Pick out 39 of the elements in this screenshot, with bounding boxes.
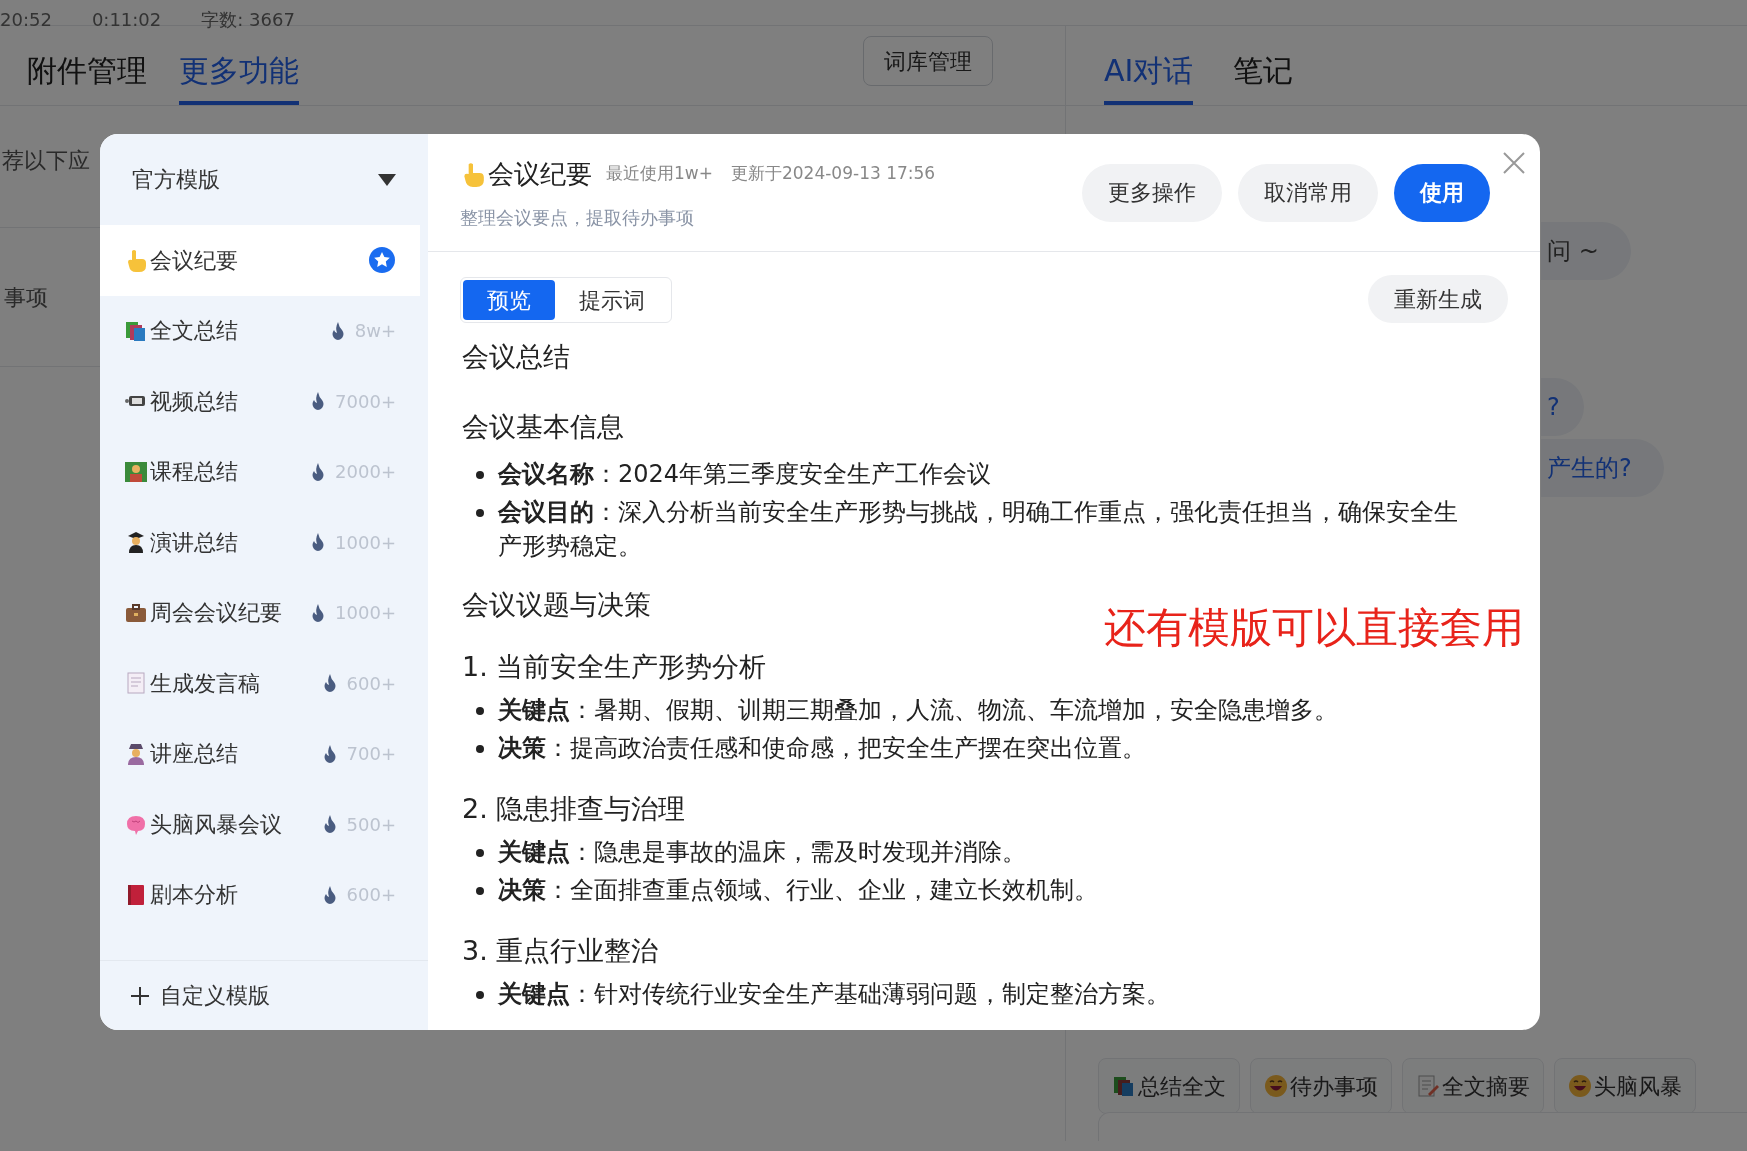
action-button[interactable]: 更多操作 — [1082, 163, 1222, 222]
heading: 3. 重点行业整治 — [462, 934, 659, 968]
status-text: 字数: 3667 — [201, 11, 295, 29]
bullet-text: 关键点：暑期、假期、训期三期叠加，人流、物流、车流增加，安全隐患增多。 — [498, 695, 1339, 726]
use-button[interactable]: 使用 — [1394, 163, 1490, 222]
quick-prompt-chip[interactable]: 头脑风暴 — [1554, 1058, 1696, 1114]
template-description: 整理会议要点，提取待办事项 — [460, 205, 695, 230]
action-button[interactable]: 取消常用 — [1238, 163, 1378, 222]
view-tab[interactable]: 预览 — [463, 280, 555, 320]
updated-text: 更新于2024-09-13 17:56 — [730, 162, 936, 186]
heading: 2. 隐患排查与治理 — [462, 792, 686, 826]
lexicon-button[interactable]: 词库管理 — [863, 36, 993, 86]
status-text: 20:52 — [0, 11, 52, 29]
annotation-text: 还有模版可以直接套用 — [1104, 603, 1524, 653]
bullet-text: 决策：提高政治责任感和使命感，把安全生产摆在突出位置。 — [498, 733, 1147, 764]
regenerate-button[interactable]: 重新生成 — [1368, 275, 1508, 323]
bullet-text: 会议目的：深入分析当前安全生产形势与挑战，明确工作重点，强化责任担当，确保安全生产形势稳定。 — [498, 497, 1459, 562]
bullet-text: 关键点：隐患是事故的温床，需及时发现并消除。 — [498, 837, 1027, 868]
tab[interactable]: 附件管理 — [27, 39, 147, 105]
status-text: 0:11:02 — [91, 11, 162, 29]
bullet-text: 会议名称：2024年第三季度安全生产工作会议 — [498, 459, 993, 490]
usage-text: 最近使用1w+ — [606, 162, 713, 186]
bullet-text: 决策：全面排查重点领域、行业、企业，建立长效机制。 — [498, 875, 1099, 906]
fragment-text: 荐以下应 — [2, 147, 90, 175]
heading: 会议议题与决策 — [462, 588, 651, 622]
custom-template-button[interactable]: 自定义模版 — [100, 960, 428, 1030]
heading: 会议基本信息 — [462, 410, 624, 444]
template-title: 会议纪要 — [488, 157, 592, 191]
tab[interactable]: 笔记 — [1233, 39, 1294, 105]
heading: 1. 当前安全生产形势分析 — [462, 650, 767, 684]
suggestion-bubble[interactable]: 问 ~ — [1541, 222, 1631, 280]
fragment-text: 事项 — [4, 283, 48, 312]
heading: 会议总结 — [462, 340, 570, 374]
quick-prompt-chip[interactable]: 待办事项 — [1250, 1058, 1392, 1114]
template-item[interactable]: 会议纪要 — [100, 225, 420, 296]
quick-prompt-chip[interactable]: 总结全文 — [1098, 1058, 1240, 1114]
quick-prompt-chip[interactable]: 全文摘要 — [1402, 1058, 1544, 1114]
template-dropdown[interactable]: 官方模版 — [100, 134, 428, 225]
bullet-text: 关键点：针对传统行业安全生产基础薄弱问题，制定整治方案。 — [498, 979, 1171, 1010]
